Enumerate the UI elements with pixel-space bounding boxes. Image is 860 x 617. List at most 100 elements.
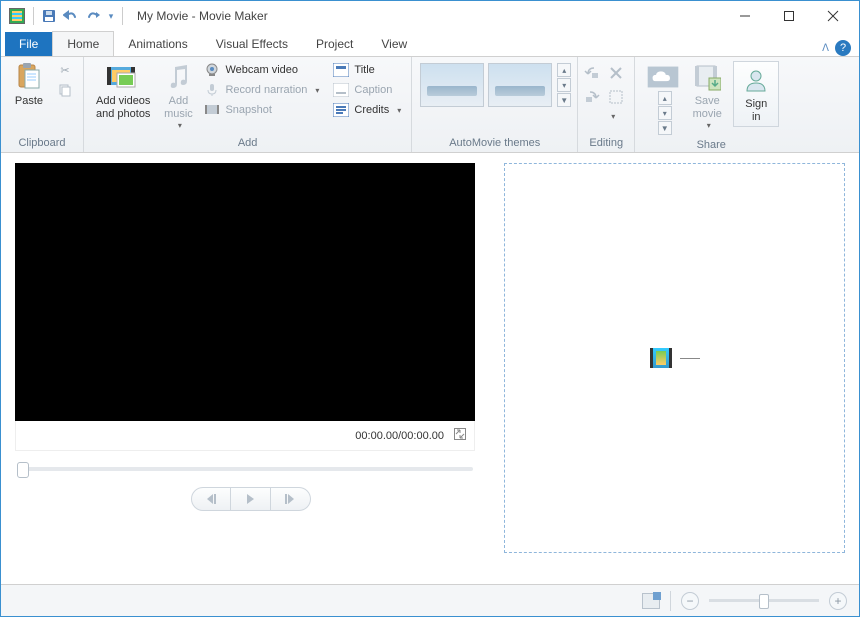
help-icon: ?: [840, 42, 846, 54]
filmstrip-icon: [650, 348, 672, 368]
cut-icon: ✂: [57, 62, 73, 78]
status-bar: − +: [1, 584, 859, 616]
close-icon: [827, 10, 839, 22]
group-clipboard: Paste ✂ Clipboard: [1, 57, 84, 152]
add-music-label: Add music: [164, 95, 193, 121]
share-cloud-button[interactable]: ▴ ▾ ▼: [641, 59, 685, 137]
close-button[interactable]: [811, 2, 855, 30]
caption-button[interactable]: Caption: [329, 81, 405, 99]
cut-button[interactable]: ✂: [53, 61, 77, 79]
drop-hint: [650, 348, 700, 368]
webcam-icon: [204, 62, 220, 78]
preview-info-bar: 00:00.00/00:00.00: [15, 421, 475, 451]
filmstrip-icon: [107, 61, 139, 93]
group-clipboard-label: Clipboard: [7, 135, 77, 152]
group-editing-label: Editing: [584, 135, 628, 152]
group-share-label: Share: [641, 137, 781, 154]
webcam-video-button[interactable]: Webcam video: [200, 61, 323, 79]
maximize-button[interactable]: [767, 2, 811, 30]
automovie-theme-1[interactable]: [420, 63, 484, 107]
group-automovie-label: AutoMovie themes: [418, 135, 571, 152]
gallery-more-button[interactable]: ▼: [557, 93, 571, 107]
seek-slider[interactable]: [17, 467, 473, 471]
paste-label: Paste: [15, 95, 43, 108]
title-icon: [333, 62, 349, 78]
webcam-video-label: Webcam video: [225, 64, 298, 76]
record-narration-button[interactable]: Record narration: [200, 81, 323, 99]
snapshot-label: Snapshot: [225, 104, 271, 116]
cloud-icon: [647, 61, 679, 93]
zoom-slider[interactable]: [709, 599, 819, 602]
add-music-button[interactable]: Add music: [156, 59, 200, 132]
qat-customize-button[interactable]: ▾: [104, 5, 118, 27]
microphone-icon: [204, 82, 220, 98]
prev-frame-icon: [204, 493, 218, 505]
credits-button[interactable]: Credits: [329, 101, 405, 119]
rotate-right-button[interactable]: [584, 89, 604, 109]
user-icon: [740, 64, 772, 96]
undo-qat-button[interactable]: [60, 5, 82, 27]
ribbon-tabs: File Home Animations Visual Effects Proj…: [1, 31, 859, 57]
paste-icon: [13, 61, 45, 93]
zoom-out-button[interactable]: −: [681, 592, 699, 610]
title-label: Title: [354, 64, 374, 76]
credits-label: Credits: [354, 104, 389, 116]
separator: [670, 591, 671, 611]
copy-icon: [57, 82, 73, 98]
select-icon: [608, 89, 624, 105]
play-button[interactable]: [231, 487, 271, 511]
music-icon: [162, 61, 194, 93]
timeline-drop-area[interactable]: [504, 163, 845, 553]
sign-in-button[interactable]: Sign in: [733, 61, 779, 127]
select-all-button[interactable]: [608, 89, 628, 109]
share-up-button[interactable]: ▴: [658, 91, 672, 105]
copy-button[interactable]: [53, 81, 77, 99]
add-videos-photos-button[interactable]: Add videos and photos: [90, 59, 156, 123]
automovie-theme-2[interactable]: [488, 63, 552, 107]
redo-icon: [85, 9, 101, 23]
save-movie-icon: [691, 61, 723, 93]
thumbnail-view-button[interactable]: [642, 593, 660, 609]
gallery-up-button[interactable]: ▴: [557, 63, 571, 77]
remove-icon: [608, 65, 624, 81]
save-qat-button[interactable]: [38, 5, 60, 27]
snapshot-button[interactable]: Snapshot: [200, 101, 323, 119]
preview-pane: 00:00.00/00:00.00: [1, 153, 496, 584]
remove-button[interactable]: [608, 65, 628, 85]
title-button[interactable]: Title: [329, 61, 405, 79]
save-icon: [42, 9, 56, 23]
tab-project[interactable]: Project: [302, 32, 367, 56]
group-share: ▴ ▾ ▼ Save movie Sign in Share: [635, 57, 787, 152]
prev-frame-button[interactable]: [191, 487, 231, 511]
work-area: 00:00.00/00:00.00: [1, 153, 859, 584]
next-frame-button[interactable]: [271, 487, 311, 511]
tab-view[interactable]: View: [367, 32, 421, 56]
paste-button[interactable]: Paste: [7, 59, 51, 110]
caption-label: Caption: [354, 84, 392, 96]
rotate-right-icon: [584, 89, 600, 105]
save-movie-button[interactable]: Save movie: [685, 59, 729, 132]
share-more-button[interactable]: ▼: [658, 121, 672, 135]
gallery-down-button[interactable]: ▾: [557, 78, 571, 92]
tab-visual-effects[interactable]: Visual Effects: [202, 32, 302, 56]
tab-animations[interactable]: Animations: [114, 32, 201, 56]
fullscreen-icon: [454, 428, 466, 440]
share-down-button[interactable]: ▾: [658, 106, 672, 120]
tab-file[interactable]: File: [5, 32, 52, 56]
window-title: My Movie - Movie Maker: [137, 9, 268, 23]
redo-qat-button[interactable]: [82, 5, 104, 27]
undo-icon: [63, 9, 79, 23]
play-icon: [244, 493, 256, 505]
zoom-in-button[interactable]: +: [829, 592, 847, 610]
fullscreen-button[interactable]: [454, 428, 466, 443]
video-preview[interactable]: [15, 163, 475, 421]
ribbon: Paste ✂ Clipboard Add videos and photos …: [1, 57, 859, 153]
rotate-left-button[interactable]: [584, 65, 604, 85]
group-automovie: ▴ ▾ ▼ AutoMovie themes: [412, 57, 578, 152]
tab-home[interactable]: Home: [52, 31, 114, 56]
help-button[interactable]: ?: [835, 40, 851, 56]
group-add-label: Add: [90, 135, 405, 152]
maximize-icon: [783, 10, 795, 22]
minimize-button[interactable]: [723, 2, 767, 30]
collapse-ribbon-button[interactable]: ᐱ: [822, 43, 829, 54]
